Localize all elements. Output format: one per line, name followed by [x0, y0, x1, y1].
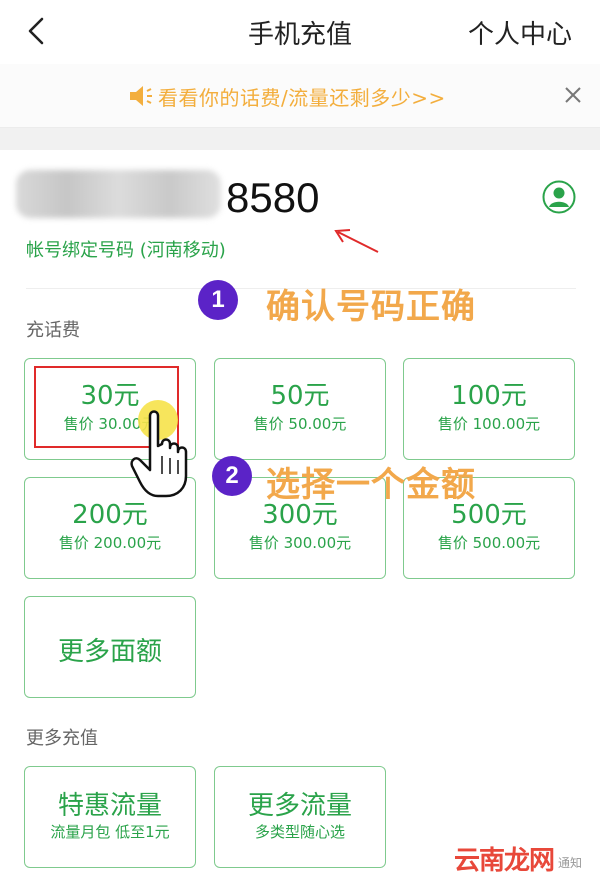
user-center-link[interactable]: 个人中心	[468, 14, 572, 51]
account-section: 8580 帐号绑定号码 (河南移动)	[0, 150, 600, 288]
more-data-tile[interactable]: 更多流量 多类型随心选	[214, 766, 386, 868]
more-amounts-button[interactable]: 更多面额	[24, 596, 196, 698]
step-2-badge: 2	[212, 456, 252, 496]
annotation-arrow	[334, 229, 379, 253]
watermark: 云南龙网 通知	[450, 840, 590, 876]
blurred-phone-number	[16, 170, 221, 218]
speaker-icon	[130, 86, 152, 106]
tile-amount: 100元	[451, 381, 527, 411]
watermark-small: 通知	[558, 856, 583, 870]
tile-title: 特惠流量	[57, 791, 162, 821]
tile-price: 售价 100.00元	[437, 415, 541, 433]
tile-subtitle: 流量月包 低至1元	[50, 823, 170, 841]
more-recharge-section-label: 更多充值	[26, 728, 98, 749]
tile-price: 售价 300.00元	[248, 534, 352, 552]
step-1-text: 确认号码正确	[266, 287, 476, 327]
step-1-badge: 1	[198, 280, 238, 320]
close-icon[interactable]	[562, 84, 584, 106]
amount-tile-50[interactable]: 50元 售价 50.00元	[214, 358, 386, 460]
avatar-icon[interactable]	[542, 180, 576, 214]
bound-number-label: 帐号绑定号码 (河南移动)	[26, 240, 226, 261]
tile-price: 售价 50.00元	[253, 415, 347, 433]
tile-amount: 50元	[270, 381, 330, 411]
tile-title: 更多流量	[247, 791, 352, 821]
amount-tile-100[interactable]: 100元 售价 100.00元	[403, 358, 575, 460]
phone-number-tail[interactable]: 8580	[226, 174, 319, 222]
more-amounts-label: 更多面额	[57, 637, 162, 667]
top-nav-bar: 手机充值 个人中心	[0, 0, 600, 64]
tile-price: 售价 200.00元	[58, 534, 162, 552]
discount-data-tile[interactable]: 特惠流量 流量月包 低至1元	[24, 766, 196, 868]
tile-subtitle: 多类型随心选	[254, 823, 345, 841]
notice-text: 看看你的话费/流量还剩多少>>	[158, 86, 446, 110]
tile-price: 售价 500.00元	[437, 534, 541, 552]
hand-cursor-icon	[130, 400, 188, 498]
watermark-brand: 云南龙网	[454, 846, 555, 876]
balance-notice-bar[interactable]: 看看你的话费/流量还剩多少>>	[0, 64, 600, 128]
step-2-text: 选择一个金额	[266, 465, 476, 505]
recharge-section-label: 充话费	[26, 320, 80, 341]
section-gap	[0, 128, 600, 150]
